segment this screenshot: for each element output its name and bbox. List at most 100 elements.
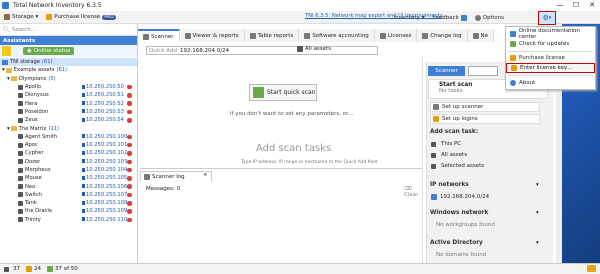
minimize-button[interactable]: — [552,0,568,11]
tab-licenses[interactable]: Licenses [374,29,418,42]
online-status-button[interactable]: ◉ Online status [23,47,75,55]
tab-viewer-reports[interactable]: Viewer & reports [179,29,245,42]
whats-new-link[interactable]: TNI 6.3.5: Network map export and UI imp… [305,13,443,19]
tree-item-name: Trinity [25,216,41,223]
tree-group-example[interactable]: ▾ Example assets (61) [0,66,137,74]
tree-item-ip-value: 10.250.250.103 [86,158,128,165]
search-input[interactable]: Search... [12,27,36,33]
tree-item[interactable]: Apollo 10.250.250.50 [0,83,137,91]
purchase-license-menu[interactable]: Purchase license PRO [42,14,119,20]
menu-bar: Storage ▾ Purchase license PRO Inventory… [0,11,600,24]
quick-add-input[interactable]: 192.168.204.0/24 [180,48,229,54]
feedback-icon [460,14,467,21]
tree-item-name: the Oracle [25,208,53,215]
computer-icon [18,101,23,107]
tab-software-accounting[interactable]: Software accounting [299,29,375,42]
tree-item[interactable]: the Oracle 10.250.250.109 [0,207,137,215]
tree-item-ip: 10.250.250.52 [82,101,124,107]
tree-item[interactable]: Morpheus 10.250.250.104 [0,166,137,174]
tree-root[interactable]: TNI storage (61) [0,58,137,67]
tree-item[interactable]: Tank 10.250.250.108 [0,199,137,207]
storage-menu[interactable]: Storage ▾ [0,14,42,20]
tree-item[interactable]: Neo 10.250.250.106 [0,182,137,190]
tree-item-ip: 10.250.250.105 [82,175,127,181]
network-item[interactable]: 192.168.204.0/24 [431,194,489,200]
tree-item-ip-value: 10.250.250.104 [86,167,128,173]
menu-item-enter-license-key[interactable]: Enter license key... [506,63,595,73]
tree-item-ip-value: 10.250.250.50 [86,84,124,91]
start-quick-scan-button[interactable]: Start quick scan [249,84,317,101]
set-up-scanner-button[interactable]: Set up scanner [430,102,540,112]
splitter[interactable] [422,56,423,263]
menu-item-label: Enter license key... [520,65,572,71]
play-icon [253,87,264,98]
status-dot [127,84,132,90]
secondary-toggle-button[interactable] [468,66,498,76]
tab-ne[interactable]: Ne [467,29,495,42]
chevron-down-icon[interactable]: ▾ [536,240,539,246]
tab-label: Table reports [257,32,294,39]
scanner-toggle-label: Scanner [435,68,458,74]
settings-gear-button[interactable]: ⚙ ▾ [538,11,556,25]
all-assets-item[interactable]: All assets [431,152,467,158]
globe-icon: ◉ [27,48,32,54]
key-icon [433,116,439,122]
tree-item[interactable]: Switch 10.250.250.107 [0,191,137,199]
menu-item-about[interactable]: About [506,78,595,88]
all-assets-selector[interactable]: All assets [297,46,331,52]
tree-item[interactable]: Dionysus 10.250.250.51 [0,91,137,99]
online-status-label: Online status [33,48,71,54]
search-icon: 🔍︎ [3,26,10,33]
tree-item[interactable]: Trinity 10.250.250.110 [0,216,137,224]
tree-group-count: (61) [56,67,68,74]
clear-button[interactable]: ⌫ Clear [404,186,422,198]
options-label: Options [482,14,504,21]
scanner-toggle-button[interactable]: Scanner [428,66,465,76]
menu-item-purchase-license[interactable]: Purchase license [506,53,595,63]
network-icon [431,194,437,200]
tree-item[interactable]: Agent Smith 10.250.250.100 [0,133,137,141]
tree-item[interactable]: Mouse 10.250.250.105 [0,174,137,182]
chat-icon[interactable] [587,265,596,272]
selected-assets-item[interactable]: Selected assets [431,163,484,169]
set-up-logins-button[interactable]: Set up logins [430,114,540,124]
close-button[interactable]: ✕ [584,0,600,11]
collapse-icon: ▾ [7,125,10,132]
maximize-button[interactable]: ☐ [568,0,584,11]
chevron-down-icon[interactable]: ▾ [536,210,539,216]
assistants-header[interactable]: Assistants [0,36,137,45]
tree-item-ip-value: 10.250.250.106 [86,183,128,190]
menu-item-online-docs[interactable]: Online documentation center [506,28,595,40]
tree-item[interactable]: Dozer 10.250.250.103 [0,158,137,166]
window-title: Total Network Inventory 6.3.5 [13,2,102,9]
tree-item-ip: 10.250.250.104 [82,167,127,173]
tree-group-olympians[interactable]: ▾ Olympians (5) [0,75,137,83]
tree-group-count: (11) [48,125,60,132]
chevron-down-icon[interactable]: ▾ [536,182,539,188]
close-icon[interactable]: × [203,172,208,178]
scanner-log-tab[interactable]: Scanner log × [140,171,212,181]
tree-group-matrix[interactable]: ▾ The Matrix (11) [0,124,137,132]
computer-icon [18,92,23,98]
key-icon [511,65,517,71]
menu-item-check-updates[interactable]: Check for updates [506,39,595,49]
quick-add-field[interactable]: Quick Add 192.168.204.0/24 [146,46,378,55]
lock-icon [82,200,85,205]
tree-item-name: Dionysus [25,92,49,99]
tab-change-log[interactable]: Change log [417,29,468,42]
tab-table-reports[interactable]: Table reports [244,29,300,42]
search-bar[interactable]: 🔍︎ Search... [0,24,137,36]
tree-item[interactable]: Poseidon 10.250.250.53 [0,108,137,116]
tree-item[interactable]: Zeus 10.250.250.54 [0,116,137,124]
options-menu[interactable]: Options [471,14,508,21]
this-pc-item[interactable]: This PC [431,141,461,147]
tree-item[interactable]: Hera 10.250.250.52 [0,99,137,107]
tree-item-ip-value: 10.250.250.52 [86,100,124,107]
tab-scanner[interactable]: Scanner [138,29,180,42]
tree-item[interactable]: Cypher 10.250.250.102 [0,149,137,157]
tree-item-ip-value: 10.250.250.51 [86,92,124,99]
options-dropdown-menu: Online documentation center Check for up… [505,26,596,90]
tree-item[interactable]: Apoc 10.250.250.101 [0,141,137,149]
tree-item-ip: 10.250.250.50 [82,84,124,90]
tree-item-ip-value: 10.250.250.54 [86,117,124,124]
